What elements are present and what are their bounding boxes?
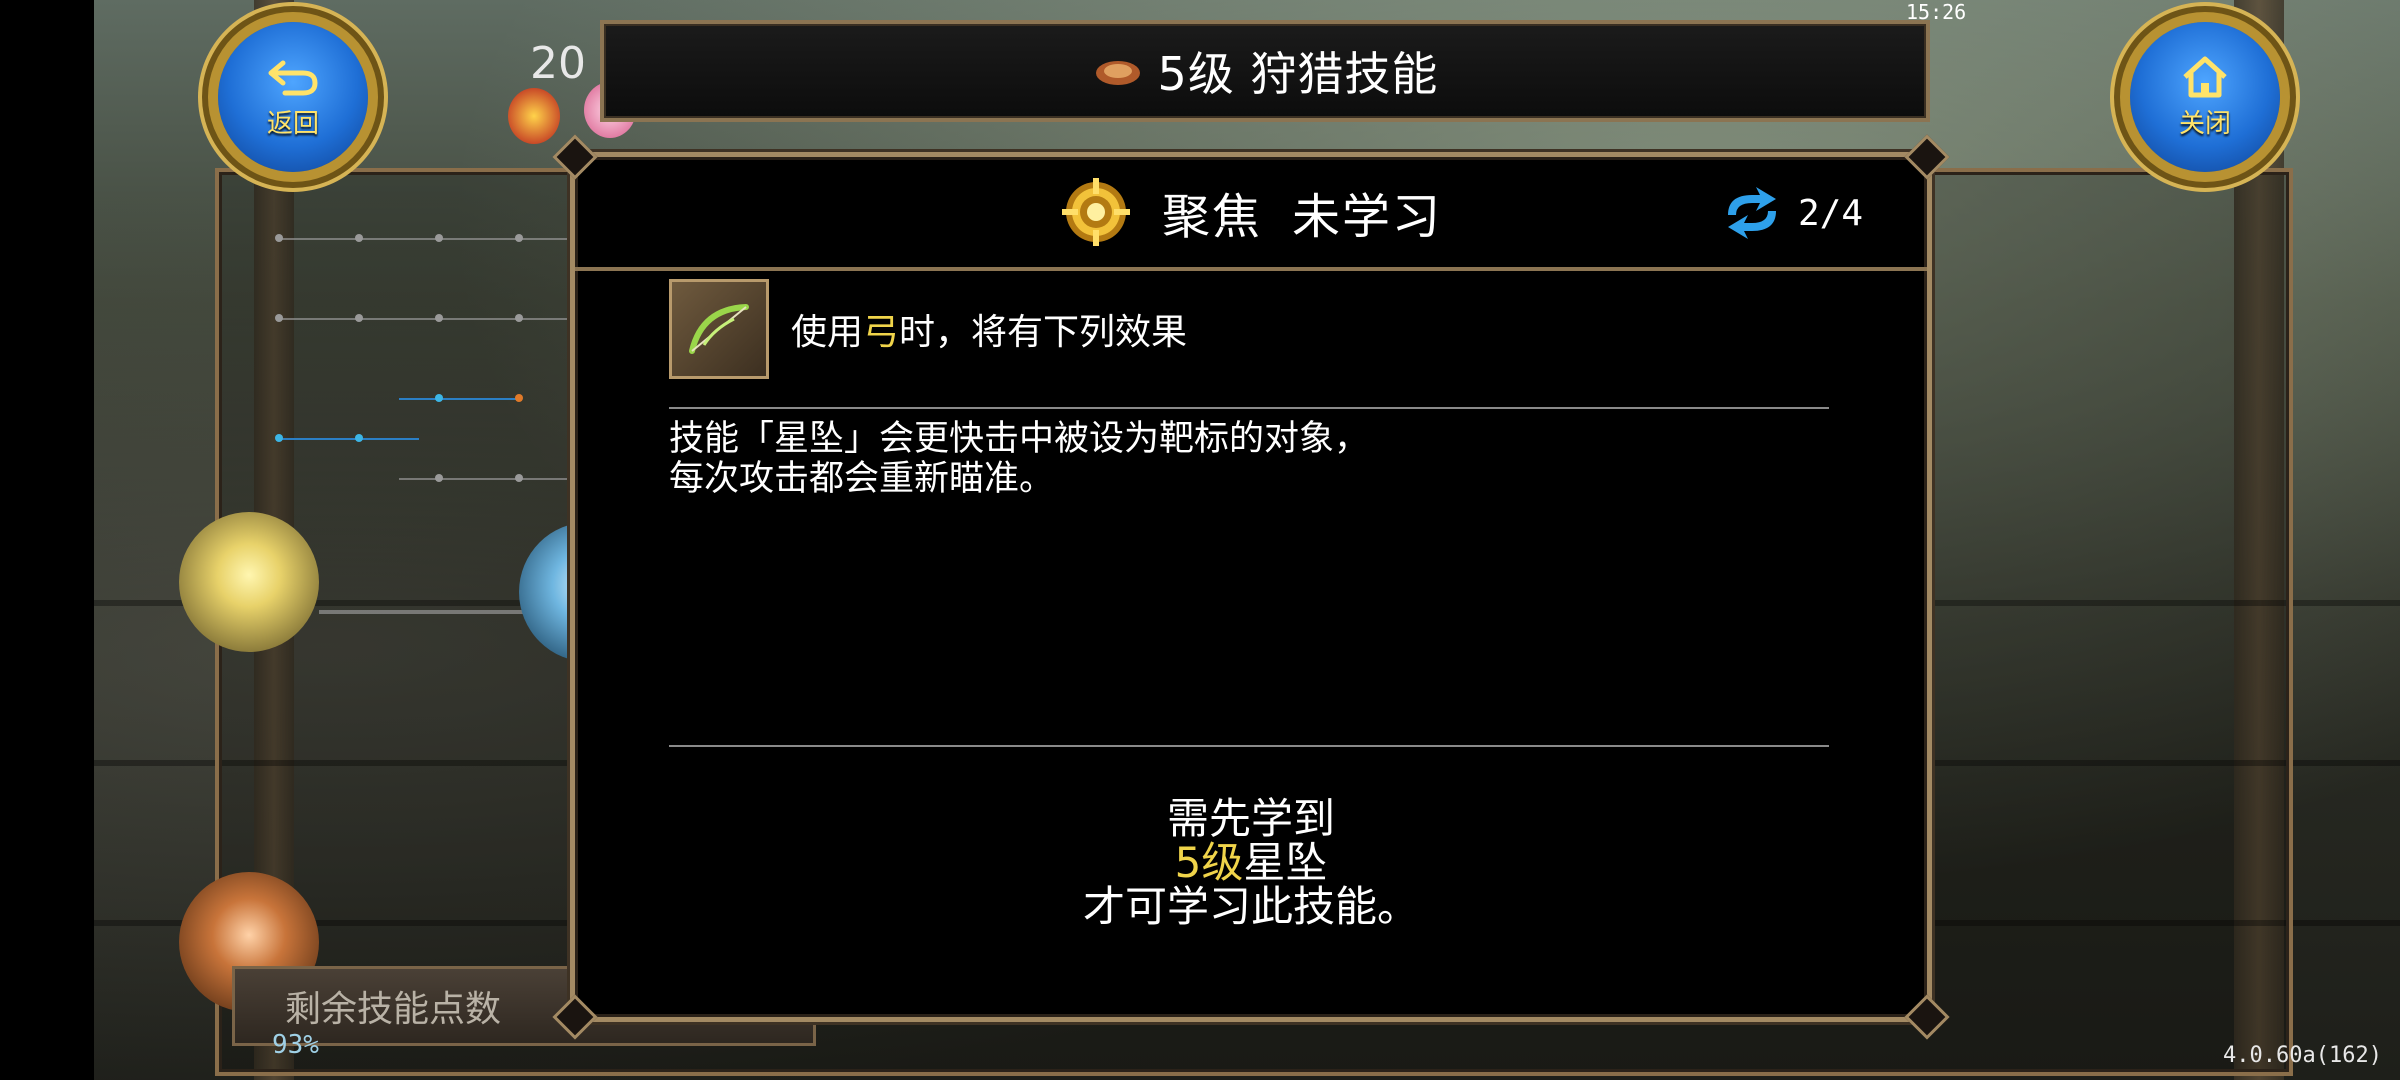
focus-target-icon bbox=[1061, 178, 1130, 246]
req-skill-line: 5级星坠 bbox=[575, 841, 1927, 885]
close-button[interactable]: 关闭 bbox=[2130, 22, 2280, 172]
skill-prerequisite: 需先学到 5级星坠 才可学习此技能。 bbox=[575, 797, 1927, 929]
tree-connector bbox=[279, 438, 419, 440]
tree-connector bbox=[399, 478, 579, 480]
version-label: 4.0.60a(162) bbox=[2223, 1043, 2382, 1068]
tree-node[interactable] bbox=[275, 314, 283, 322]
medal-icon[interactable] bbox=[508, 88, 560, 144]
skill-state: 未学习 bbox=[1292, 189, 1443, 245]
page-number: 2/4 bbox=[1797, 192, 1863, 234]
home-icon bbox=[2183, 56, 2227, 97]
tree-node[interactable] bbox=[515, 234, 523, 242]
hunting-skill-icon bbox=[1095, 61, 1140, 85]
tree-connector bbox=[399, 398, 519, 400]
tree-node[interactable] bbox=[515, 394, 523, 402]
skill-orb[interactable] bbox=[179, 512, 319, 652]
weapon-suffix: 时，将有下列效果 bbox=[899, 312, 1188, 353]
page-indicator[interactable]: 2/4 bbox=[1720, 185, 1863, 241]
skill-header: 聚焦 未学习 2/4 bbox=[575, 157, 1927, 271]
tree-connector bbox=[279, 238, 579, 240]
divider bbox=[669, 745, 1829, 747]
tree-node[interactable] bbox=[435, 234, 443, 242]
page-title: 5级 狩猎技能 bbox=[1157, 47, 1439, 101]
tree-node[interactable] bbox=[435, 474, 443, 482]
back-button[interactable]: 返回 bbox=[218, 22, 368, 172]
description-line: 技能「星坠」会更快击中被设为靶标的对象， bbox=[669, 419, 1370, 459]
skill-detail-dialog: 聚焦 未学习 2/4 使用弓时，将有下列效果 技能「星坠」会更快击中被设为靶标的… bbox=[552, 134, 1950, 1040]
divider bbox=[669, 407, 1829, 409]
refresh-icon bbox=[1727, 187, 1776, 239]
req-skill: 星坠 bbox=[1243, 838, 1328, 887]
player-level: 20 bbox=[530, 38, 586, 89]
back-label: 返回 bbox=[266, 108, 319, 139]
title-bar: 5级 狩猎技能 bbox=[600, 20, 1930, 122]
tree-node[interactable] bbox=[275, 434, 283, 442]
weapon-effect-text: 使用弓时，将有下列效果 bbox=[791, 303, 1187, 355]
tree-node[interactable] bbox=[515, 314, 523, 322]
tree-node[interactable] bbox=[355, 234, 363, 242]
bow-icon bbox=[669, 279, 769, 379]
tree-node[interactable] bbox=[355, 434, 363, 442]
tree-node[interactable] bbox=[435, 394, 443, 402]
tree-connector bbox=[319, 610, 539, 614]
weapon-requirement-row: 使用弓时，将有下列效果 bbox=[669, 279, 1187, 379]
points-label: 剩余技能点数 bbox=[285, 989, 502, 1030]
tree-node[interactable] bbox=[435, 314, 443, 322]
req-level: 5级 bbox=[1174, 838, 1244, 887]
weapon-name: 弓 bbox=[863, 312, 900, 353]
tree-connector bbox=[279, 318, 579, 320]
skill-description: 技能「星坠」会更快击中被设为靶标的对象， 每次攻击都会重新瞄准。 bbox=[669, 419, 1809, 499]
req-line: 才可学习此技能。 bbox=[1082, 882, 1419, 931]
skill-name: 聚焦 bbox=[1161, 189, 1262, 245]
tree-node[interactable] bbox=[355, 314, 363, 322]
tree-node[interactable] bbox=[275, 234, 283, 242]
back-arrow-icon bbox=[268, 60, 318, 95]
req-line: 需先学到 bbox=[1166, 794, 1335, 843]
tree-node[interactable] bbox=[515, 474, 523, 482]
close-label: 关闭 bbox=[2178, 108, 2231, 139]
battery-percent: 93% bbox=[272, 1030, 319, 1060]
description-line: 每次攻击都会重新瞄准。 bbox=[669, 459, 1055, 499]
weapon-prefix: 使用 bbox=[791, 312, 864, 353]
